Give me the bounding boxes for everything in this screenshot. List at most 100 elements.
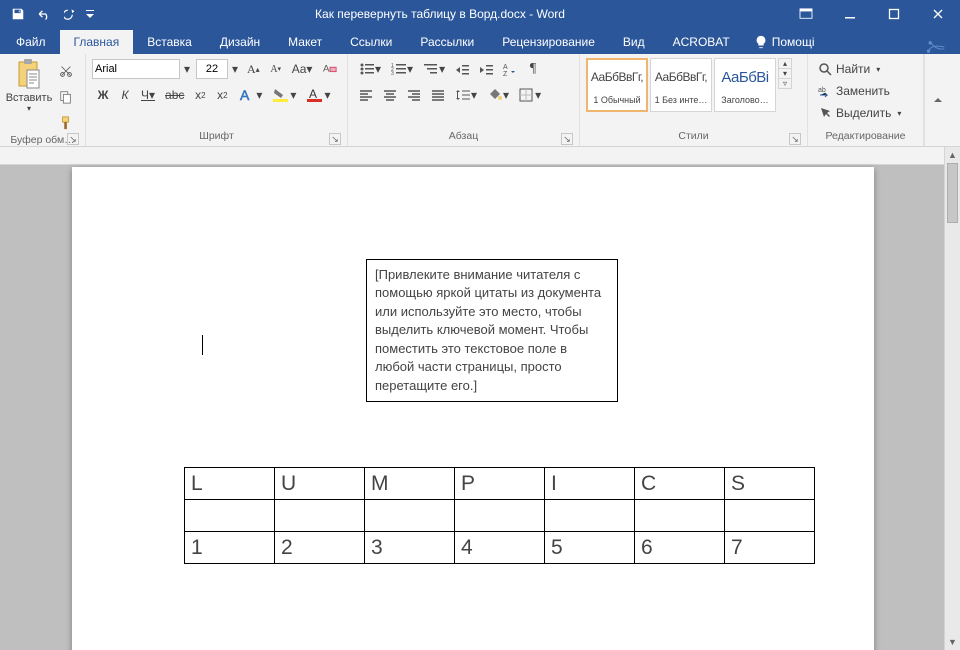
collapse-ribbon-button[interactable] [924, 54, 950, 146]
clear-formatting-button[interactable]: A [317, 58, 343, 80]
scroll-thumb[interactable] [947, 163, 958, 223]
document-page[interactable]: [Привлеките внимание читателя с помощью … [72, 167, 874, 650]
styles-gallery-scroll[interactable]: ▴▾▿ [778, 58, 792, 88]
show-marks-button[interactable]: ¶ [522, 58, 544, 80]
paste-button[interactable]: Вставить ▾ [6, 58, 52, 113]
table-cell[interactable]: 5 [545, 532, 635, 564]
find-button[interactable]: Найти▾ [814, 58, 884, 80]
italic-button[interactable]: К [114, 84, 136, 106]
paragraph-launcher[interactable]: ↘ [561, 133, 573, 145]
text-effects-button[interactable]: A▾ [233, 84, 267, 106]
save-button[interactable] [6, 2, 30, 26]
tab-design[interactable]: Дизайн [206, 30, 274, 54]
tab-home[interactable]: Главная [60, 30, 134, 54]
tab-view[interactable]: Вид [609, 30, 659, 54]
undo-button[interactable] [32, 2, 56, 26]
highlight-button[interactable]: ▾ [267, 84, 301, 106]
font-size-select[interactable] [196, 59, 228, 79]
table-cell[interactable] [545, 500, 635, 532]
decrease-indent-button[interactable] [450, 58, 474, 80]
window-title: Как перевернуть таблицу в Ворд.docx - Wo… [96, 7, 784, 21]
table-cell[interactable]: I [545, 468, 635, 500]
align-right-button[interactable] [402, 84, 426, 106]
font-size-dropdown[interactable]: ▾ [228, 58, 242, 80]
styles-launcher[interactable]: ↘ [789, 133, 801, 145]
table-cell[interactable] [365, 500, 455, 532]
table-cell[interactable]: L [185, 468, 275, 500]
increase-indent-button[interactable] [474, 58, 498, 80]
table-cell[interactable]: S [725, 468, 815, 500]
tab-mailings[interactable]: Рассылки [406, 30, 488, 54]
font-family-select[interactable] [92, 59, 180, 79]
table-row[interactable] [185, 500, 815, 532]
table-row[interactable]: 1 2 3 4 5 6 7 [185, 532, 815, 564]
bullets-button[interactable]: ▾ [354, 58, 386, 80]
line-spacing-button[interactable]: ▾ [450, 84, 482, 106]
table-cell[interactable]: 2 [275, 532, 365, 564]
multilevel-list-button[interactable]: ▾ [418, 58, 450, 80]
style-normal[interactable]: АаБбВвГг, 1 Обычный [586, 58, 648, 112]
grow-font-button[interactable]: A▴ [242, 58, 265, 80]
justify-button[interactable] [426, 84, 450, 106]
subscript-button[interactable]: x2 [189, 84, 211, 106]
tab-acrobat[interactable]: ACROBAT [659, 30, 744, 54]
change-case-button[interactable]: Aa▾ [287, 58, 318, 80]
strikethrough-button[interactable]: abc [160, 84, 189, 106]
style-heading1[interactable]: АаБбВі Заголово… [714, 58, 776, 112]
align-center-button[interactable] [378, 84, 402, 106]
table-cell[interactable]: 4 [455, 532, 545, 564]
tab-review[interactable]: Рецензирование [488, 30, 609, 54]
font-launcher[interactable]: ↘ [329, 133, 341, 145]
shrink-font-button[interactable]: A▾ [265, 58, 287, 80]
table-cell[interactable] [455, 500, 545, 532]
table-cell[interactable]: 1 [185, 532, 275, 564]
table-cell[interactable] [635, 500, 725, 532]
numbering-button[interactable]: 123▾ [386, 58, 418, 80]
style-no-spacing[interactable]: АаБбВвГг, 1 Без инте… [650, 58, 712, 112]
font-family-dropdown[interactable]: ▾ [180, 58, 194, 80]
sort-button[interactable]: AZ [498, 58, 522, 80]
table-cell[interactable]: C [635, 468, 725, 500]
format-painter-button[interactable] [54, 112, 78, 134]
replace-button[interactable]: ab Заменить [814, 80, 894, 102]
shading-button[interactable]: ▾ [482, 84, 514, 106]
table-cell[interactable]: U [275, 468, 365, 500]
tab-insert[interactable]: Вставка [133, 30, 206, 54]
font-color-button[interactable]: A▾ [301, 84, 335, 106]
cut-button[interactable] [54, 60, 78, 82]
maximize-button[interactable] [872, 0, 916, 28]
ribbon-display-options-button[interactable] [784, 0, 828, 28]
scroll-up-button[interactable]: ▲ [945, 147, 960, 163]
table-cell[interactable] [185, 500, 275, 532]
table-row[interactable]: L U M P I C S [185, 468, 815, 500]
tab-references[interactable]: Ссылки [336, 30, 406, 54]
table-cell[interactable] [725, 500, 815, 532]
superscript-button[interactable]: x2 [211, 84, 233, 106]
close-button[interactable] [916, 0, 960, 28]
horizontal-ruler[interactable] [0, 147, 944, 165]
table-cell[interactable]: 6 [635, 532, 725, 564]
callout-textbox[interactable]: [Привлеките внимание читателя с помощью … [366, 259, 618, 402]
table-cell[interactable]: 7 [725, 532, 815, 564]
table-cell[interactable] [275, 500, 365, 532]
vertical-scrollbar[interactable]: ▲ ▼ [944, 147, 960, 650]
select-button[interactable]: Выделить▾ [814, 102, 905, 124]
table-cell[interactable]: 3 [365, 532, 455, 564]
copy-button[interactable] [54, 86, 78, 108]
tab-layout[interactable]: Макет [274, 30, 336, 54]
underline-button[interactable]: Ч▾ [136, 84, 160, 106]
scroll-down-button[interactable]: ▼ [945, 634, 960, 650]
qat-customize-button[interactable] [84, 2, 96, 26]
borders-button[interactable]: ▾ [514, 84, 546, 106]
align-left-button[interactable] [354, 84, 378, 106]
document-table[interactable]: L U M P I C S 1 2 3 4 [184, 467, 815, 564]
bold-button[interactable]: Ж [92, 84, 114, 106]
scroll-track[interactable] [945, 163, 960, 634]
tab-file[interactable]: Файл [2, 30, 60, 54]
minimize-button[interactable] [828, 0, 872, 28]
tell-me-search[interactable]: Помощі [744, 30, 825, 54]
table-cell[interactable]: P [455, 468, 545, 500]
redo-button[interactable] [58, 2, 82, 26]
clipboard-launcher[interactable]: ↘ [67, 133, 79, 145]
table-cell[interactable]: M [365, 468, 455, 500]
